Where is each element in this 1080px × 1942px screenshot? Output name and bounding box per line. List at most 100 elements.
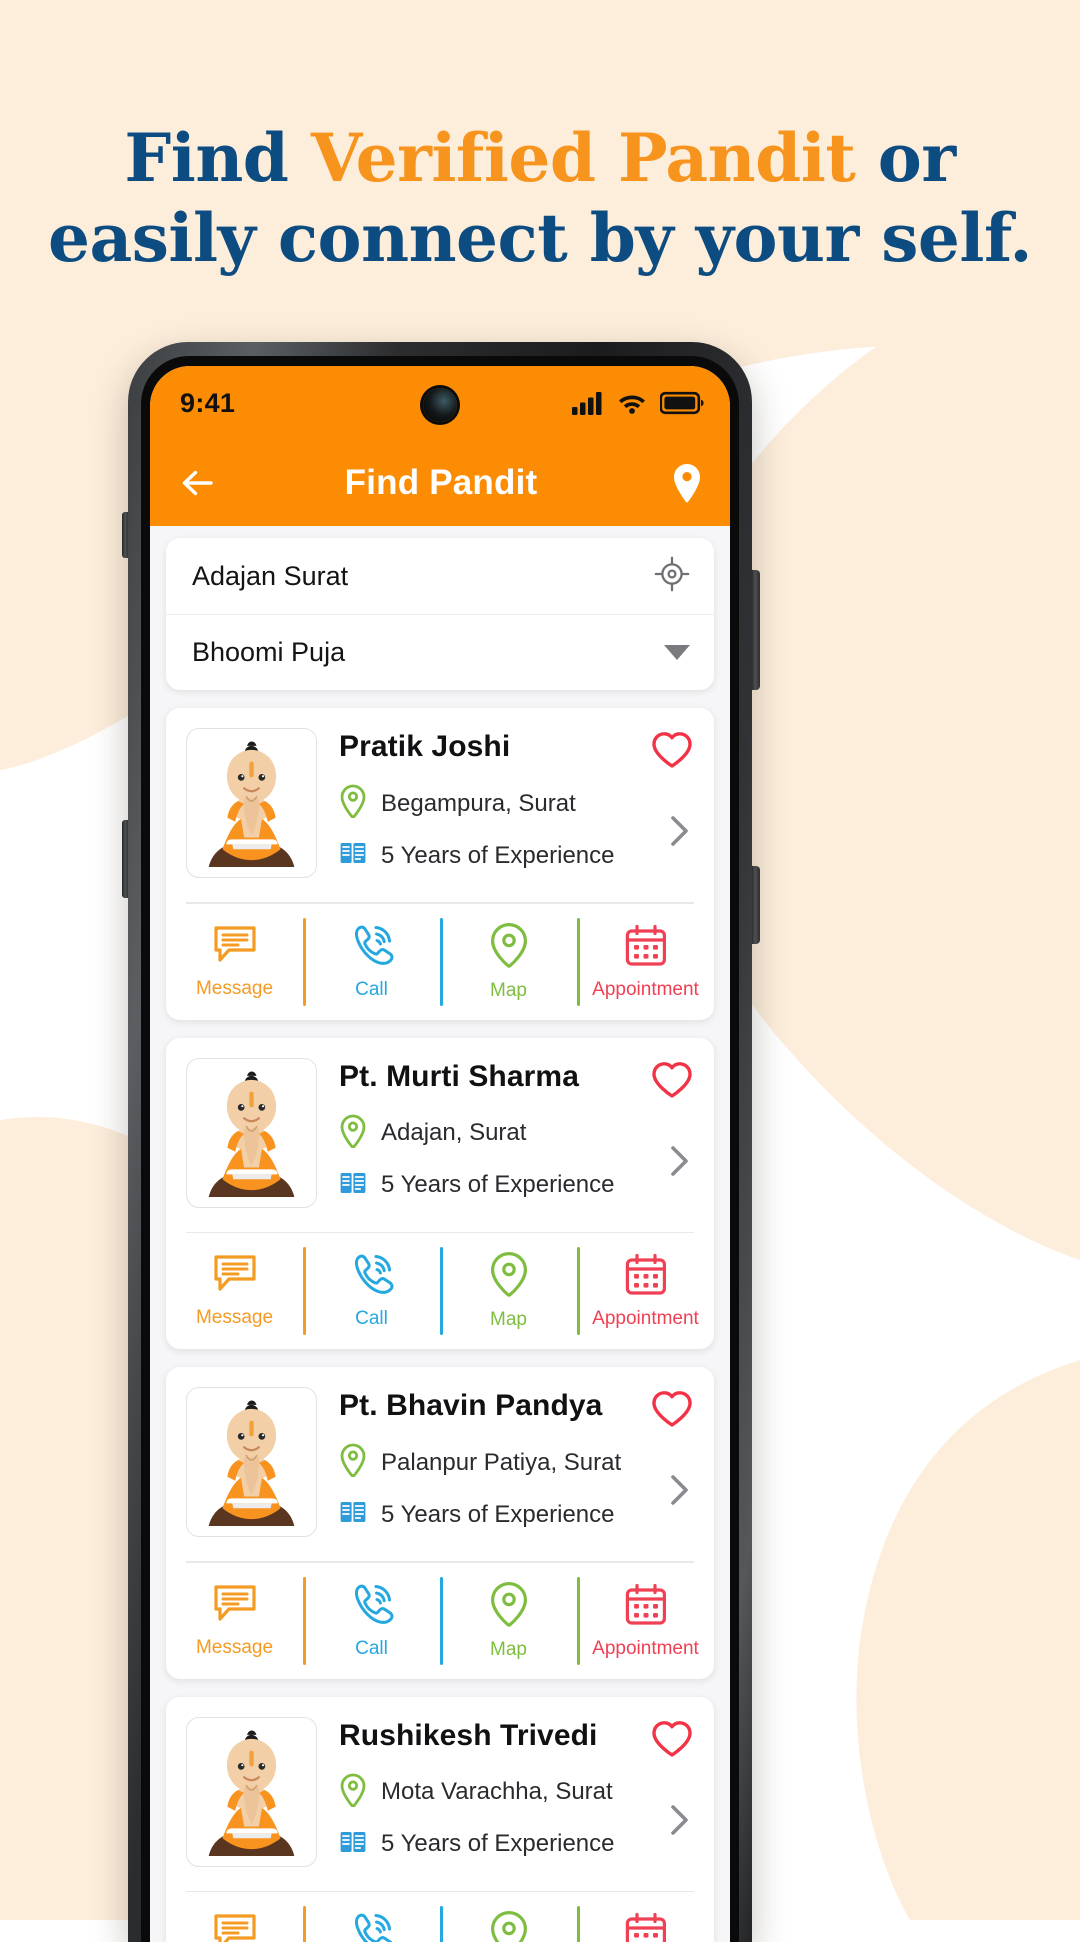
heart-outline-icon [650, 1719, 694, 1759]
map-button[interactable]: Map [440, 1892, 577, 1942]
pandit-list-scroll-area[interactable]: Adajan Surat Bhoomi Puja [150, 526, 730, 1942]
status-clock: 9:41 [180, 388, 235, 419]
message-button[interactable]: Message [166, 1563, 303, 1679]
battery-icon [660, 391, 704, 415]
message-button[interactable]: Message [166, 1892, 303, 1942]
map-pin-icon [490, 1910, 528, 1942]
favorite-button[interactable] [650, 1719, 694, 1764]
phone-ring-icon [349, 1911, 395, 1942]
location-input[interactable]: Adajan Surat [192, 561, 654, 592]
pandit-avatar[interactable] [186, 1717, 317, 1867]
open-pandit-details-button[interactable] [664, 1798, 694, 1847]
pandit-name: Rushikesh Trivedi [339, 1719, 638, 1753]
map-label: Map [490, 980, 527, 1002]
message-bubble-icon [212, 924, 258, 971]
open-pandit-details-button[interactable] [664, 809, 694, 858]
chevron-down-icon[interactable] [664, 645, 690, 660]
front-camera-punch-hole [423, 388, 457, 422]
call-button[interactable]: Call [303, 1563, 440, 1679]
map-pin-icon [490, 1910, 528, 1942]
service-select-value[interactable]: Bhoomi Puja [192, 637, 664, 668]
favorite-button[interactable] [650, 730, 694, 775]
experience-book-icon [339, 1169, 367, 1197]
experience-book-icon [339, 1828, 367, 1861]
pandit-avatar[interactable] [186, 1387, 317, 1537]
pandit-avatar[interactable] [186, 728, 317, 878]
pandit-location: Mota Varachha, Surat [339, 1773, 638, 1812]
appointment-button[interactable]: Appointment [577, 1233, 714, 1349]
pandit-card[interactable]: Pt. Bhavin Pandya Palanpur Patiya, Surat… [166, 1367, 714, 1679]
pandit-action-row: Message Call Map Appointment [166, 1892, 714, 1942]
pandit-experience-text: 5 Years of Experience [381, 1830, 615, 1858]
map-pin-icon [339, 1773, 367, 1807]
pandit-location-text: Palanpur Patiya, Surat [381, 1449, 621, 1477]
experience-book-icon [339, 1498, 367, 1526]
pandit-card[interactable]: Pratik Joshi Begampura, Surat 5 Years of… [166, 708, 714, 1020]
phone-ring-icon [349, 1252, 395, 1296]
header-location-button[interactable] [670, 462, 704, 504]
appointment-button[interactable]: Appointment [577, 904, 714, 1020]
message-label: Message [196, 1307, 273, 1329]
chevron-right-icon [664, 809, 694, 853]
map-pin-icon [339, 1114, 367, 1153]
phone-volume-button[interactable] [751, 570, 760, 690]
chevron-right-icon [664, 1139, 694, 1183]
message-bubble-icon [212, 924, 258, 966]
appointment-button[interactable]: Appointment [577, 1892, 714, 1942]
message-bubble-icon [212, 1253, 258, 1295]
experience-book-icon [339, 839, 367, 867]
headline-line-1: Find Verified Pandit or [0, 118, 1080, 198]
phone-ring-icon [349, 923, 395, 967]
pandit-avatar-icon [187, 1388, 316, 1536]
calendar-icon [624, 1582, 668, 1631]
call-button[interactable]: Call [303, 904, 440, 1020]
message-label: Message [196, 978, 273, 1000]
message-bubble-icon [212, 1583, 258, 1625]
phone-power-button[interactable] [751, 866, 760, 944]
pandit-card[interactable]: Rushikesh Trivedi Mota Varachha, Surat 5… [166, 1697, 714, 1942]
pandit-card[interactable]: Pt. Murti Sharma Adajan, Surat 5 Years o… [166, 1038, 714, 1350]
gps-crosshair-icon[interactable] [654, 556, 690, 597]
phone-ring-icon [349, 1582, 395, 1631]
map-button[interactable]: Map [440, 1563, 577, 1679]
service-select-row[interactable]: Bhoomi Puja [166, 614, 714, 690]
appointment-label: Appointment [592, 1308, 699, 1330]
experience-book-icon [339, 1498, 367, 1531]
map-button[interactable]: Map [440, 1233, 577, 1349]
pandit-avatar[interactable] [186, 1058, 317, 1208]
favorite-button[interactable] [650, 1060, 694, 1105]
phone-ring-icon [349, 1252, 395, 1301]
calendar-icon [624, 1911, 668, 1942]
message-bubble-icon [212, 1912, 258, 1942]
pandit-avatar-icon [187, 1718, 316, 1866]
call-label: Call [355, 979, 388, 1001]
appointment-button[interactable]: Appointment [577, 1563, 714, 1679]
pandit-experience-text: 5 Years of Experience [381, 842, 615, 870]
call-button[interactable]: Call [303, 1233, 440, 1349]
wifi-icon [617, 391, 647, 415]
map-button[interactable]: Map [440, 904, 577, 1020]
favorite-button[interactable] [650, 1389, 694, 1434]
heart-outline-icon [650, 1389, 694, 1429]
calendar-icon [624, 1252, 668, 1296]
message-bubble-icon [212, 1583, 258, 1630]
map-pin-icon [490, 1251, 528, 1297]
open-pandit-details-button[interactable] [664, 1468, 694, 1517]
message-bubble-icon [212, 1253, 258, 1300]
map-pin-icon [490, 922, 528, 973]
phone-mockup-frame: 9:41 Find Pandit [128, 342, 752, 1942]
open-pandit-details-button[interactable] [664, 1139, 694, 1188]
message-button[interactable]: Message [166, 1233, 303, 1349]
message-bubble-icon [212, 1912, 258, 1942]
headline-text-2: or [855, 119, 955, 197]
message-label: Message [196, 1637, 273, 1659]
pandit-location-text: Mota Varachha, Surat [381, 1778, 613, 1806]
pandit-name: Pratik Joshi [339, 730, 638, 764]
map-label: Map [490, 1639, 527, 1661]
signal-bars-icon [572, 391, 604, 415]
message-button[interactable]: Message [166, 904, 303, 1020]
call-button[interactable]: Call [303, 1892, 440, 1942]
call-label: Call [355, 1308, 388, 1330]
pandit-location: Adajan, Surat [339, 1114, 638, 1153]
location-search-row[interactable]: Adajan Surat [166, 538, 714, 614]
